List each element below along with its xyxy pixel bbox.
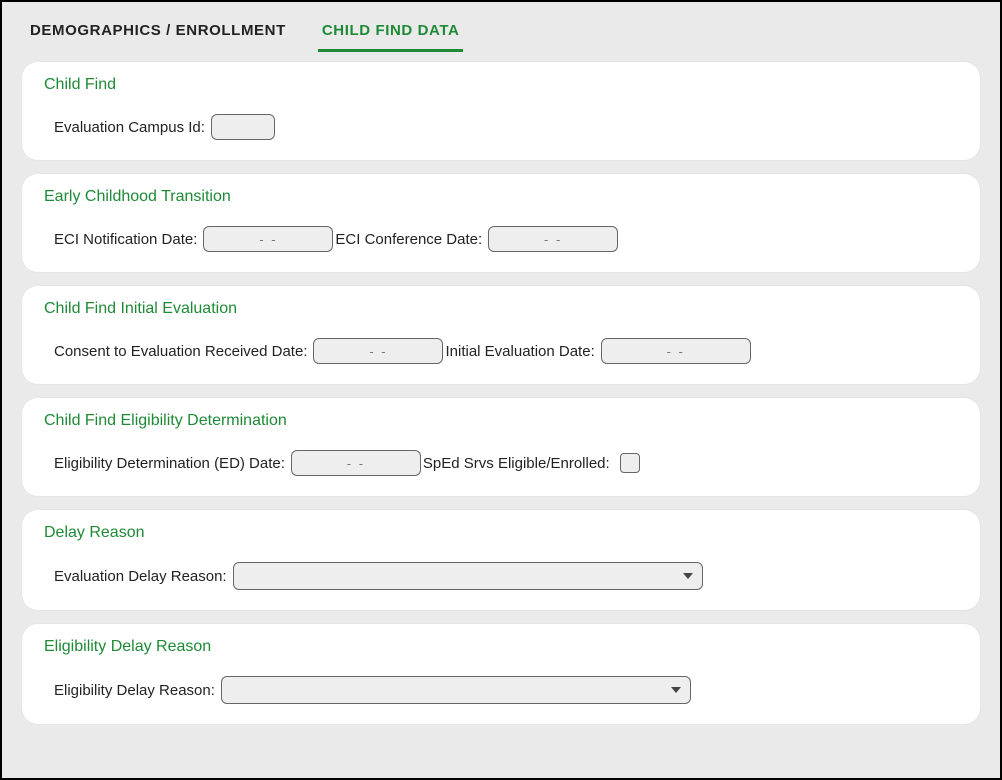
input-consent-to-evaluation-date[interactable] — [313, 338, 443, 364]
label-sped-eligible-enrolled: SpEd Srvs Eligible/Enrolled: — [423, 455, 610, 472]
label-initial-evaluation-date: Initial Evaluation Date: — [445, 343, 594, 360]
card-delay-reason: Delay Reason Evaluation Delay Reason: — [22, 510, 980, 610]
label-ed-date: Eligibility Determination (ED) Date: — [54, 455, 285, 472]
input-eci-conference-date[interactable] — [488, 226, 618, 252]
card-title-cfie: Child Find Initial Evaluation — [44, 300, 960, 318]
card-early-childhood-transition: Early Childhood Transition ECI Notificat… — [22, 174, 980, 272]
input-ed-date[interactable] — [291, 450, 421, 476]
label-evaluation-campus-id: Evaluation Campus Id: — [54, 119, 205, 136]
select-eligibility-delay-reason[interactable] — [221, 676, 691, 704]
tab-demographics-enrollment[interactable]: DEMOGRAPHICS / ENROLLMENT — [26, 16, 290, 49]
card-child-find-initial-evaluation: Child Find Initial Evaluation Consent to… — [22, 286, 980, 384]
tab-bar: DEMOGRAPHICS / ENROLLMENT CHILD FIND DAT… — [2, 2, 1000, 52]
tab-child-find-data[interactable]: CHILD FIND DATA — [318, 16, 464, 52]
card-title-child-find: Child Find — [44, 76, 960, 94]
label-eligibility-delay-reason: Eligibility Delay Reason: — [54, 682, 215, 699]
label-eci-notification-date: ECI Notification Date: — [54, 231, 197, 248]
select-evaluation-delay-reason[interactable] — [233, 562, 703, 590]
input-evaluation-campus-id[interactable] — [211, 114, 275, 140]
label-consent-to-evaluation-date: Consent to Evaluation Received Date: — [54, 343, 307, 360]
card-child-find: Child Find Evaluation Campus Id: — [22, 62, 980, 160]
card-title-eligibility-delay-reason: Eligibility Delay Reason — [44, 638, 960, 656]
card-eligibility-delay-reason: Eligibility Delay Reason Eligibility Del… — [22, 624, 980, 724]
card-title-cfed: Child Find Eligibility Determination — [44, 412, 960, 430]
label-evaluation-delay-reason: Evaluation Delay Reason: — [54, 568, 227, 585]
card-child-find-eligibility-determination: Child Find Eligibility Determination Eli… — [22, 398, 980, 496]
card-title-ect: Early Childhood Transition — [44, 188, 960, 206]
input-initial-evaluation-date[interactable] — [601, 338, 751, 364]
label-eci-conference-date: ECI Conference Date: — [335, 231, 482, 248]
checkbox-sped-eligible-enrolled[interactable] — [620, 453, 640, 473]
input-eci-notification-date[interactable] — [203, 226, 333, 252]
card-title-delay-reason: Delay Reason — [44, 524, 960, 542]
